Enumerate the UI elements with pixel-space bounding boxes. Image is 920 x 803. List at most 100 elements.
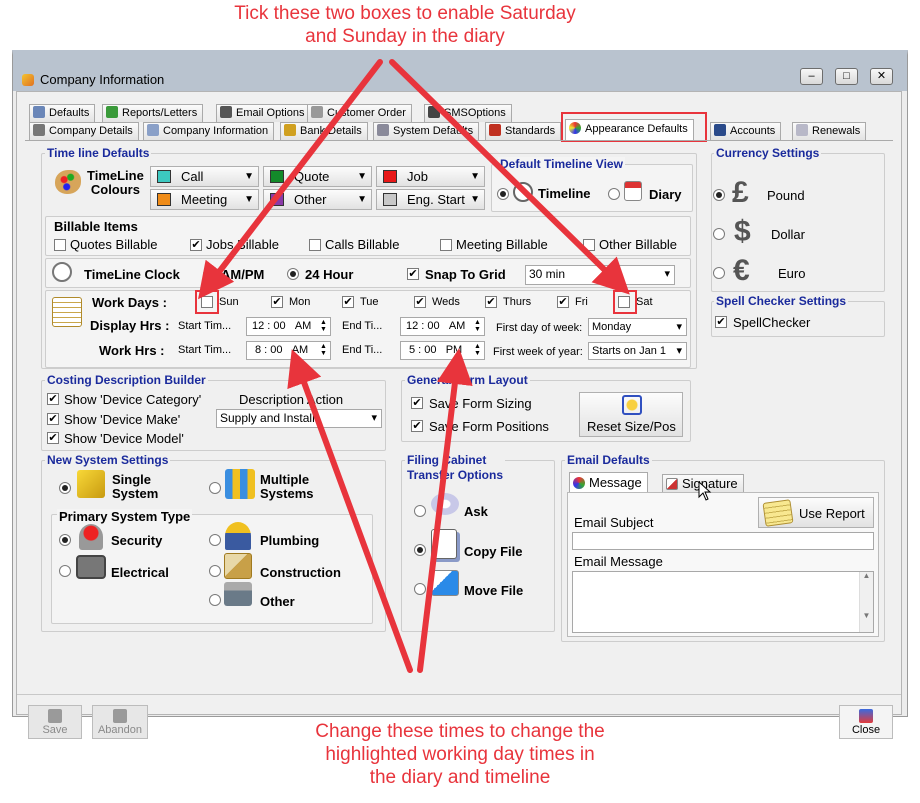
- colour-eng-start-button[interactable]: Eng. Start ▼: [376, 189, 485, 210]
- chevron-down-icon: ▼: [357, 171, 367, 182]
- spellchecker-label: SpellChecker: [733, 315, 811, 330]
- tue-label: Tue: [360, 296, 379, 308]
- tab-sms-options[interactable]: SMSOptions: [424, 104, 512, 122]
- meeting-billable-checkbox[interactable]: [440, 239, 452, 251]
- resize-icon: [622, 395, 642, 415]
- tab-system-defaults[interactable]: System Defaults: [373, 122, 480, 140]
- annotation-top: Tick these two boxes to enable Saturday …: [234, 3, 576, 47]
- display-start-time[interactable]: 12 : 00 AM ▲ ▼: [246, 317, 331, 336]
- spellchecker-checkbox[interactable]: ✔: [715, 316, 727, 328]
- other-type-radio[interactable]: [209, 594, 221, 606]
- calls-billable-checkbox[interactable]: [309, 239, 321, 251]
- close-window-button[interactable]: ✕: [870, 68, 893, 85]
- tab-email-message[interactable]: Message: [569, 472, 648, 493]
- electrical-icon: [76, 555, 106, 579]
- device-make-label: Show 'Device Make': [64, 412, 181, 427]
- tue-checkbox[interactable]: ✔: [342, 296, 354, 308]
- other-billable-checkbox[interactable]: [583, 239, 595, 251]
- spin-arrows-icon[interactable]: ▲ ▼: [320, 343, 329, 357]
- save-form-sizing-checkbox[interactable]: ✔: [411, 397, 423, 409]
- tab-reports-letters[interactable]: Reports/Letters: [102, 104, 204, 122]
- colour-job-button[interactable]: Job ▼: [376, 166, 485, 187]
- display-end-time[interactable]: 12 : 00 AM ▲ ▼: [400, 317, 485, 336]
- tab-standards[interactable]: Standards: [485, 122, 562, 140]
- colour-quote-button[interactable]: Quote ▼: [263, 166, 372, 187]
- multiple-systems-radio[interactable]: [209, 482, 221, 494]
- email-subject-input[interactable]: [572, 532, 874, 550]
- reset-size-pos-button[interactable]: Reset Size/Pos: [579, 392, 683, 437]
- tab-bank-details[interactable]: Bank Details: [280, 122, 368, 140]
- first-week-select[interactable]: Starts on Jan 1: [588, 342, 687, 360]
- abandon-button[interactable]: Abandon: [92, 705, 148, 739]
- mon-label: Mon: [289, 296, 311, 308]
- spin-arrows-icon[interactable]: ▲ ▼: [320, 319, 329, 333]
- snap-interval-select[interactable]: 30 min: [525, 265, 675, 285]
- device-model-checkbox[interactable]: ✔: [47, 432, 59, 444]
- chevron-down-icon: ▼: [244, 171, 254, 182]
- client-area: Defaults Reports/Letters Email Options C…: [16, 91, 902, 739]
- customer-order-icon: [311, 106, 323, 118]
- clock-24-radio[interactable]: [287, 268, 299, 280]
- colour-other-button[interactable]: Other ▼: [263, 189, 372, 210]
- minimize-button[interactable]: –: [800, 68, 823, 85]
- construction-radio[interactable]: [209, 565, 221, 577]
- device-make-checkbox[interactable]: ✔: [47, 413, 59, 425]
- exit-icon: [859, 709, 873, 723]
- dollar-label: Dollar: [771, 227, 805, 242]
- quotes-billable-label: Quotes Billable: [70, 237, 158, 252]
- dollar-radio[interactable]: [713, 228, 725, 240]
- use-report-button[interactable]: Use Report: [758, 497, 874, 528]
- app-icon: [22, 74, 34, 86]
- colour-call-button[interactable]: Call ▼: [150, 166, 259, 187]
- work-end-time[interactable]: 5 : 00 PM ▲ ▼: [400, 341, 485, 360]
- description-action-select[interactable]: Supply and Install: [216, 409, 382, 428]
- colour-meeting-button[interactable]: Meeting ▼: [150, 189, 259, 210]
- pound-radio[interactable]: [713, 189, 725, 201]
- tab-company-details[interactable]: Company Details: [29, 122, 139, 140]
- jobs-billable-checkbox[interactable]: ✔: [190, 239, 202, 251]
- electrical-radio[interactable]: [59, 565, 71, 577]
- spin-arrows-icon[interactable]: ▲ ▼: [474, 343, 483, 357]
- single-system-radio[interactable]: [59, 482, 71, 494]
- euro-radio[interactable]: [713, 267, 725, 279]
- tab-defaults[interactable]: Defaults: [29, 104, 96, 122]
- save-form-positions-checkbox[interactable]: ✔: [411, 420, 423, 432]
- view-diary-radio[interactable]: [608, 188, 620, 200]
- tab-company-information[interactable]: Company Information: [143, 122, 275, 140]
- filing-title: Filing Cabinet Transfer Options: [405, 453, 506, 483]
- maximize-button[interactable]: □: [835, 68, 858, 85]
- snap-to-grid-checkbox[interactable]: ✔: [407, 268, 419, 280]
- mon-checkbox[interactable]: ✔: [271, 296, 283, 308]
- device-category-label: Show 'Device Category': [64, 392, 202, 407]
- tab-accounts[interactable]: Accounts: [710, 122, 782, 140]
- spin-arrows-icon[interactable]: ▲ ▼: [474, 319, 483, 333]
- filing-move-radio[interactable]: [414, 583, 426, 595]
- clock-ampm-radio[interactable]: [203, 268, 215, 280]
- thurs-checkbox[interactable]: ✔: [485, 296, 497, 308]
- window-title: Company Information: [40, 72, 165, 87]
- first-day-select[interactable]: Monday: [588, 318, 687, 336]
- plumbing-icon: [225, 522, 251, 550]
- question-icon: [431, 493, 459, 515]
- device-category-checkbox[interactable]: ✔: [47, 393, 59, 405]
- plumbing-radio[interactable]: [209, 534, 221, 546]
- fri-checkbox[interactable]: ✔: [557, 296, 569, 308]
- weds-checkbox[interactable]: ✔: [414, 296, 426, 308]
- work-start-time[interactable]: 8 : 00 AM ▲ ▼: [246, 341, 331, 360]
- security-radio[interactable]: [59, 534, 71, 546]
- quotes-billable-checkbox[interactable]: [54, 239, 66, 251]
- copy-file-icon: [431, 529, 457, 559]
- tab-renewals[interactable]: Renewals: [792, 122, 867, 140]
- title-bar: Company Information – □ ✕: [13, 55, 907, 91]
- filing-ask-radio[interactable]: [414, 505, 426, 517]
- tab-customer-order[interactable]: Customer Order: [307, 104, 412, 122]
- view-timeline-radio[interactable]: [497, 188, 509, 200]
- scrollbar[interactable]: ▲ ▼: [859, 572, 873, 632]
- tab-email-options[interactable]: Email Options: [216, 104, 311, 122]
- billable-title: Billable Items: [54, 219, 138, 234]
- filing-copy-radio[interactable]: [414, 544, 426, 556]
- email-message-textarea[interactable]: ▲ ▼: [572, 571, 874, 633]
- close-button[interactable]: Close: [839, 705, 893, 739]
- save-button[interactable]: Save: [28, 705, 82, 739]
- message-icon: [573, 477, 585, 489]
